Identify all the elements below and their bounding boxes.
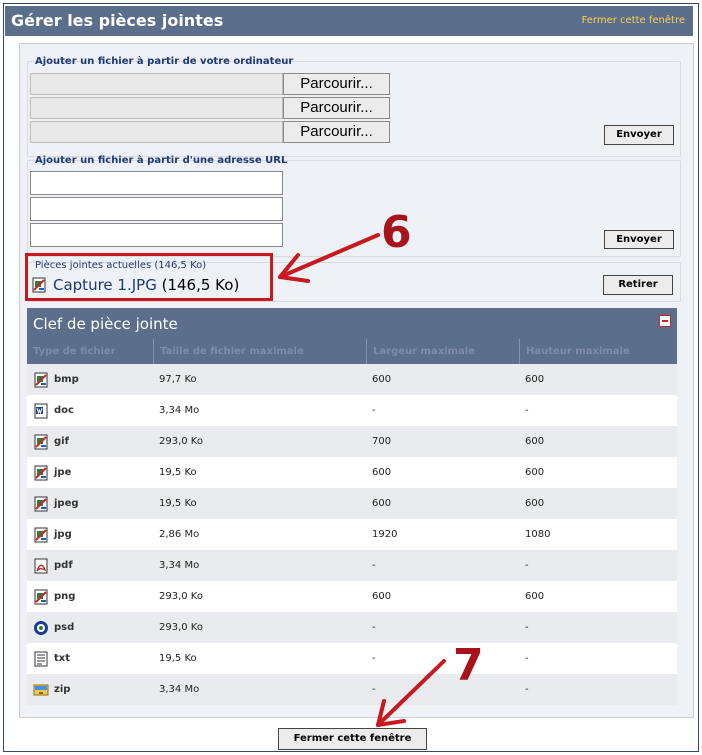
file-type-cell: jpeg: [54, 498, 79, 509]
column-header-max-width: Largeur maximale: [366, 339, 519, 364]
table-row: txt 19,5 Ko - -: [27, 643, 677, 674]
max-size-cell: 293,0 Ko: [159, 591, 203, 602]
file-type-cell: zip: [54, 684, 71, 695]
max-width-cell: 600: [372, 467, 392, 478]
annotation-highlight-box: [25, 253, 273, 301]
max-size-cell: 3,34 Mo: [159, 405, 200, 416]
max-height-cell: 600: [525, 374, 545, 385]
url-input-1[interactable]: [30, 171, 283, 195]
file-picker-3[interactable]: Parcourir...: [30, 121, 390, 143]
file-type-cell: doc: [54, 405, 74, 416]
max-height-cell: 600: [525, 436, 545, 447]
max-size-cell: 97,7 Ko: [159, 374, 197, 385]
table-row: jpe 19,5 Ko 600 600: [27, 457, 677, 488]
window-title: Gérer les pièces jointes: [11, 11, 224, 30]
attachment-key-table-header: Type de fichier Taille de fichier maxima…: [27, 339, 677, 364]
file-picker-1[interactable]: Parcourir...: [30, 73, 390, 95]
table-row: gif 293,0 Ko 700 600: [27, 426, 677, 457]
max-size-cell: 2,86 Mo: [159, 529, 200, 540]
annotation-arrow-6: [278, 233, 380, 283]
close-window-link[interactable]: Fermer cette fenêtre: [582, 15, 685, 26]
max-height-cell: -: [525, 653, 529, 664]
max-width-cell: -: [372, 560, 376, 571]
table-row: jpg 2,86 Mo 1920 1080: [27, 519, 677, 550]
max-size-cell: 3,34 Mo: [159, 684, 200, 695]
column-header-max-height: Hauteur maximale: [519, 339, 677, 364]
upload-url-submit-button[interactable]: Envoyer: [604, 230, 674, 249]
annotation-marker-6: 6: [381, 207, 412, 258]
file-path-field[interactable]: [30, 121, 283, 143]
close-window-button[interactable]: Fermer cette fenêtre: [278, 728, 427, 750]
file-picker-2[interactable]: Parcourir...: [30, 97, 390, 119]
max-size-cell: 19,5 Ko: [159, 653, 197, 664]
max-height-cell: -: [525, 405, 529, 416]
max-width-cell: 600: [372, 498, 392, 509]
column-header-max-size: Taille de fichier maximale: [153, 339, 366, 364]
table-row: pdf 3,34 Mo - -: [27, 550, 677, 581]
file-type-cell: jpg: [54, 529, 72, 540]
table-row: jpeg 19,5 Ko 600 600: [27, 488, 677, 519]
max-height-cell: 600: [525, 467, 545, 478]
table-row: bmp 97,7 Ko 600 600: [27, 364, 677, 395]
browse-button[interactable]: Parcourir...: [283, 97, 390, 119]
collapse-icon[interactable]: [659, 315, 671, 327]
max-size-cell: 293,0 Ko: [159, 436, 203, 447]
file-type-cell: png: [54, 591, 76, 602]
max-width-cell: 700: [372, 436, 392, 447]
attachment-key-title: Clef de pièce jointe: [33, 315, 178, 333]
local-upload-legend: Ajouter un fichier à partir de votre ord…: [35, 56, 294, 67]
upload-local-submit-button[interactable]: Envoyer: [604, 125, 674, 145]
url-input-3[interactable]: [30, 223, 283, 247]
url-input-2[interactable]: [30, 197, 283, 221]
max-width-cell: -: [372, 622, 376, 633]
url-upload-legend: Ajouter un fichier à partir d'une adress…: [35, 155, 288, 166]
file-type-cell: gif: [54, 436, 69, 447]
file-type-cell: pdf: [54, 560, 73, 571]
max-size-cell: 19,5 Ko: [159, 467, 197, 478]
remove-attachment-button[interactable]: Retirer: [603, 275, 673, 295]
file-type-cell: txt: [54, 653, 71, 664]
file-path-field[interactable]: [30, 97, 283, 119]
attachment-key-table-body: bmp 97,7 Ko 600 600 doc 3,34 Mo - - gif 293,0 Ko 7…: [27, 364, 677, 705]
table-row: psd 293,0 Ko - -: [27, 612, 677, 643]
max-width-cell: -: [372, 405, 376, 416]
max-width-cell: 1920: [372, 529, 398, 540]
browse-button[interactable]: Parcourir...: [283, 121, 390, 143]
title-bar: Gérer les pièces jointes Fermer cette fe…: [5, 6, 693, 36]
max-size-cell: 3,34 Mo: [159, 560, 200, 571]
table-row: png 293,0 Ko 600 600: [27, 581, 677, 612]
max-height-cell: -: [525, 684, 529, 695]
file-type-cell: bmp: [54, 374, 79, 385]
max-height-cell: 1080: [525, 529, 551, 540]
max-height-cell: -: [525, 560, 529, 571]
max-size-cell: 293,0 Ko: [159, 622, 203, 633]
column-header-type: Type de fichier: [33, 346, 116, 357]
max-width-cell: 600: [372, 374, 392, 385]
max-height-cell: 600: [525, 591, 545, 602]
max-size-cell: 19,5 Ko: [159, 498, 197, 509]
max-width-cell: 600: [372, 591, 392, 602]
browse-button[interactable]: Parcourir...: [283, 73, 390, 95]
file-type-cell: psd: [54, 622, 75, 633]
file-type-cell: jpe: [54, 467, 72, 478]
table-row: zip 3,34 Mo - -: [27, 674, 677, 705]
table-row: doc 3,34 Mo - -: [27, 395, 677, 426]
max-height-cell: 600: [525, 498, 545, 509]
file-path-field[interactable]: [30, 73, 283, 95]
attachment-key-header: Clef de pièce jointe: [27, 308, 677, 339]
max-height-cell: -: [525, 622, 529, 633]
annotation-arrow-7: [376, 659, 446, 727]
